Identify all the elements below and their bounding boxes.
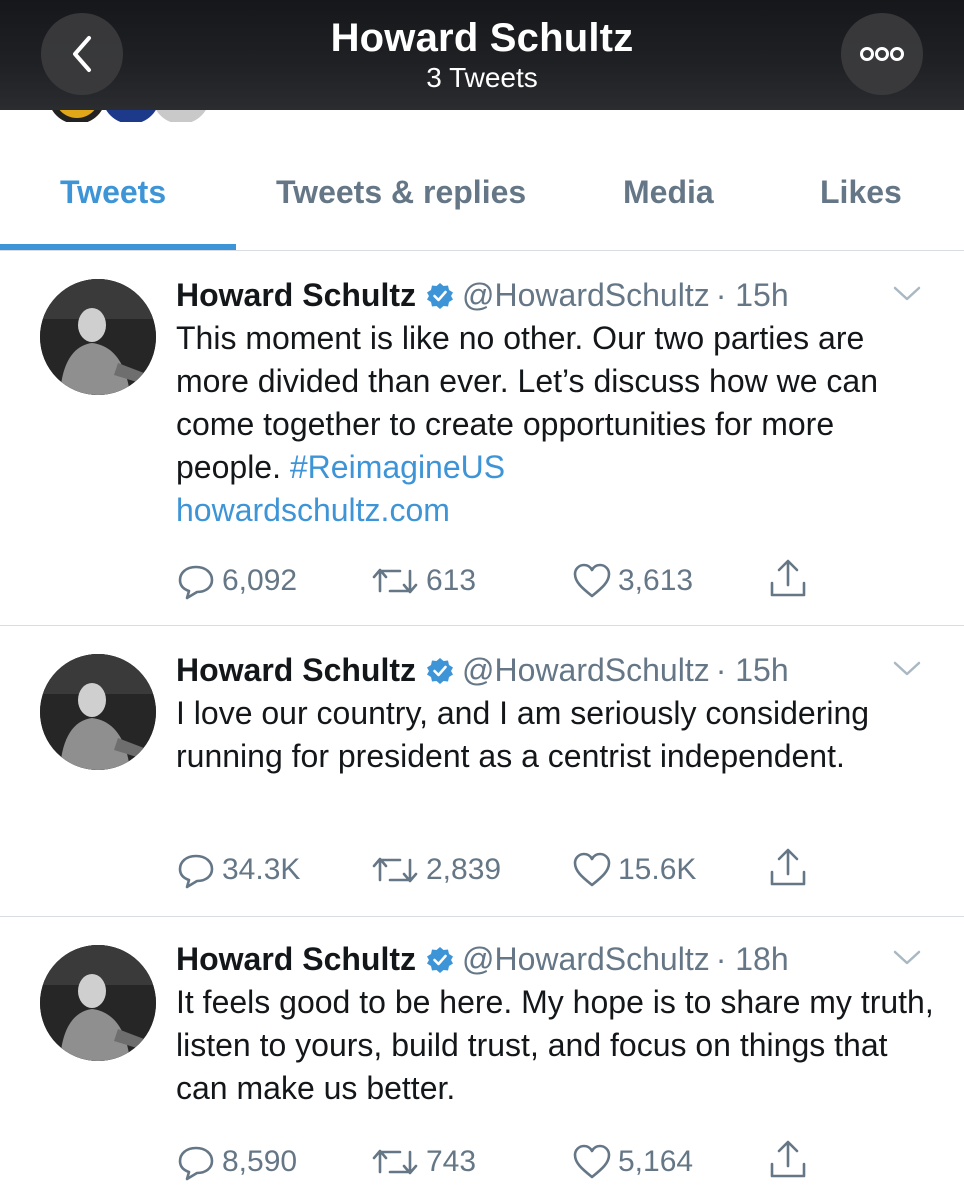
- more-button[interactable]: [841, 13, 923, 95]
- reply-icon: [178, 565, 214, 600]
- tweet-text: I love our country, and I am seriously c…: [176, 695, 870, 774]
- tab-tweets[interactable]: Tweets: [60, 174, 166, 211]
- retweet-count: 2,839: [426, 853, 502, 886]
- tweet-header: Howard Schultz @HowardSchultz · 15h: [176, 652, 789, 693]
- retweet-count: 743: [426, 1145, 477, 1178]
- chevron-down-icon[interactable]: [892, 285, 922, 308]
- share-button[interactable]: [768, 846, 814, 890]
- like-count: 15.6K: [618, 853, 697, 886]
- heart-icon: [573, 1144, 611, 1179]
- hashtag-link[interactable]: #ReimagineUS: [290, 449, 505, 485]
- retweet-button[interactable]: 743: [370, 1142, 476, 1182]
- active-tab-indicator: [0, 244, 236, 250]
- like-count: 3,613: [618, 564, 694, 597]
- chevron-down-icon[interactable]: [892, 660, 922, 683]
- retweet-icon: [372, 1149, 418, 1175]
- reply-count: 8,590: [222, 1145, 298, 1178]
- reply-button[interactable]: 6,092: [176, 561, 297, 601]
- share-button[interactable]: [768, 1138, 814, 1182]
- heart-icon: [573, 852, 611, 887]
- reply-icon: [178, 854, 214, 889]
- reply-icon: [178, 1146, 214, 1181]
- like-count: 5,164: [618, 1145, 694, 1178]
- avatar-photo: [40, 945, 156, 1061]
- tweet-item[interactable]: Howard Schultz @HowardSchultz · 15h I love…: [0, 626, 964, 917]
- profile-tabs: Tweets Tweets & replies Media Likes: [0, 150, 964, 251]
- share-icon: [770, 1140, 806, 1178]
- reply-count: 6,092: [222, 564, 298, 597]
- verified-badge-icon: [426, 281, 454, 318]
- display-name[interactable]: Howard Schultz: [176, 277, 416, 313]
- tweet-header: Howard Schultz @HowardSchultz · 15h: [176, 277, 789, 318]
- user-handle[interactable]: @HowardSchultz: [462, 941, 710, 977]
- tweet-item[interactable]: Howard Schultz @HowardSchultz · 15h This m…: [0, 251, 964, 626]
- url-link[interactable]: howardschultz.com: [176, 492, 450, 528]
- tweet-text: It feels good to be here. My hope is to …: [176, 984, 934, 1106]
- retweet-icon: [372, 857, 418, 883]
- tweet-time: · 18h: [715, 941, 789, 977]
- user-handle[interactable]: @HowardSchultz: [462, 277, 710, 313]
- retweet-count: 613: [426, 564, 477, 597]
- chevron-down-icon[interactable]: [892, 949, 922, 972]
- profile-header: Howard Schultz 3 Tweets: [0, 0, 964, 110]
- share-button[interactable]: [768, 557, 814, 601]
- share-icon: [770, 559, 806, 597]
- avatar[interactable]: [40, 945, 156, 1061]
- avatar[interactable]: [40, 279, 156, 395]
- tweet-count: 3 Tweets: [426, 62, 538, 93]
- profile-title: Howard Schultz: [330, 16, 634, 60]
- display-name[interactable]: Howard Schultz: [176, 941, 416, 977]
- tweet-time: · 15h: [715, 652, 789, 688]
- avatar-photo: [40, 279, 156, 395]
- reply-button[interactable]: 34.3K: [176, 850, 300, 890]
- reply-button[interactable]: 8,590: [176, 1142, 297, 1182]
- reply-count: 34.3K: [222, 853, 301, 886]
- retweet-button[interactable]: 2,839: [370, 850, 501, 890]
- heart-icon: [573, 563, 611, 598]
- like-button[interactable]: 15.6K: [572, 850, 696, 890]
- tab-likes[interactable]: Likes: [820, 174, 902, 211]
- user-handle[interactable]: @HowardSchultz: [462, 652, 710, 688]
- retweet-icon: [372, 568, 418, 594]
- avatar[interactable]: [40, 654, 156, 770]
- like-button[interactable]: 3,613: [572, 561, 693, 601]
- display-name[interactable]: Howard Schultz: [176, 652, 416, 688]
- like-button[interactable]: 5,164: [572, 1142, 693, 1182]
- tab-media[interactable]: Media: [623, 174, 714, 211]
- more-dots-icon: [860, 47, 904, 61]
- avatar-photo: [40, 654, 156, 770]
- tab-tweets-replies[interactable]: Tweets & replies: [276, 174, 526, 211]
- tweet-time: · 15h: [715, 277, 789, 313]
- tweet-text: This moment is like no other. Our two pa…: [176, 320, 879, 528]
- tweet-item[interactable]: Howard Schultz @HowardSchultz · 18h It fee…: [0, 917, 964, 1200]
- retweet-button[interactable]: 613: [370, 561, 476, 601]
- share-icon: [770, 848, 806, 886]
- verified-badge-icon: [426, 945, 454, 982]
- tweet-header: Howard Schultz @HowardSchultz · 18h: [176, 941, 789, 982]
- verified-badge-icon: [426, 656, 454, 693]
